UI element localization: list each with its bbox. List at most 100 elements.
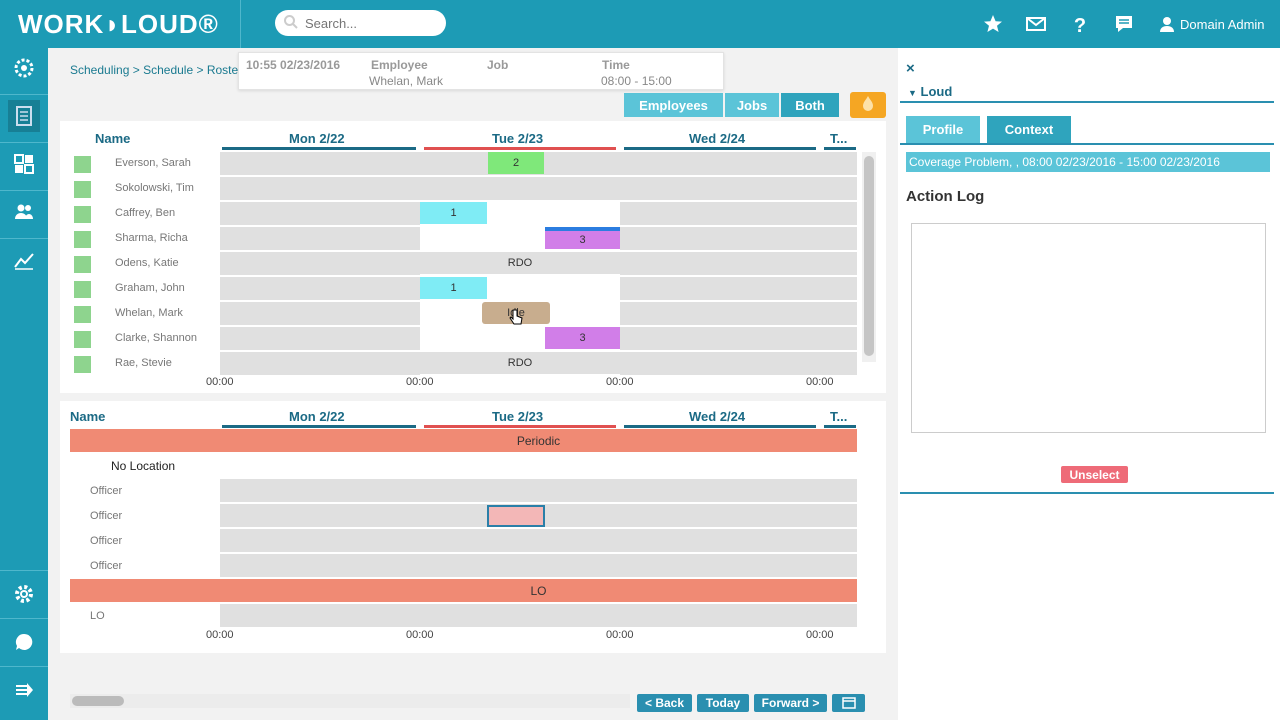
role-row[interactable]: Officer: [70, 504, 857, 527]
back-button[interactable]: < Back: [637, 694, 692, 712]
role-row[interactable]: Officer: [70, 554, 857, 577]
app-logo[interactable]: WORK◗LOUD®: [18, 9, 219, 40]
breadcrumb-roster[interactable]: Roste: [207, 63, 238, 77]
tooltip-time: 08:00 - 15:00: [601, 74, 672, 88]
selected-job-cell[interactable]: [487, 505, 545, 527]
jobs-day-header[interactable]: T...: [830, 409, 847, 424]
jobs-day-header[interactable]: Mon 2/22: [289, 409, 345, 424]
panel-title-text: Loud: [920, 84, 953, 99]
shift-block[interactable]: 1: [420, 277, 487, 299]
role-row[interactable]: Officer: [70, 529, 857, 552]
day-underline: [824, 147, 856, 150]
day-underline: [824, 425, 856, 428]
scrollbar-thumb[interactable]: [72, 696, 124, 706]
nav-logout[interactable]: [8, 674, 40, 706]
shift-block[interactable]: 1: [420, 202, 487, 224]
toggle-jobs[interactable]: Jobs: [725, 93, 779, 117]
status-square: [74, 156, 91, 173]
unselect-button[interactable]: Unselect: [1061, 466, 1128, 483]
close-icon[interactable]: ×: [906, 60, 915, 77]
toggle-employees[interactable]: Employees: [624, 93, 723, 117]
time-label: 00:00: [406, 629, 434, 641]
grid-vertical-scrollbar[interactable]: [862, 152, 876, 362]
group-band[interactable]: Periodic: [70, 429, 857, 452]
today-button[interactable]: Today: [697, 694, 749, 712]
shift-block[interactable]: 2: [488, 152, 544, 174]
day-underline: [624, 147, 816, 150]
nav-divider: [0, 238, 48, 239]
grid-day-header[interactable]: Tue 2/23: [492, 131, 543, 146]
employee-name: Everson, Sarah: [115, 157, 191, 169]
jobs-day-header[interactable]: Wed 2/24: [689, 409, 745, 424]
employee-row[interactable]: Everson, Sarah: [70, 152, 857, 175]
nav-chat[interactable]: [8, 626, 40, 658]
employee-row[interactable]: Clarke, Shannon: [70, 327, 857, 350]
panel-title[interactable]: ▼ Loud: [908, 84, 952, 99]
jobs-name-header: Name: [70, 409, 106, 424]
nav-people[interactable]: [8, 196, 40, 228]
chat-icon[interactable]: [1112, 12, 1136, 36]
day-underline: [624, 425, 816, 428]
role-label: Officer: [90, 485, 123, 497]
employee-name: Sharma, Richa: [115, 232, 188, 244]
employee-row[interactable]: Whelan, Mark: [70, 302, 857, 325]
employee-name: Whelan, Mark: [115, 307, 183, 319]
shift-block[interactable]: 3: [545, 227, 620, 249]
nav-divider: [0, 666, 48, 667]
employee-row[interactable]: Sharma, Richa: [70, 227, 857, 250]
tab-profile[interactable]: Profile: [906, 116, 980, 143]
search-box[interactable]: [275, 10, 446, 36]
toggle-both[interactable]: Both: [781, 93, 839, 117]
nav-dashboard[interactable]: [8, 52, 40, 84]
group-band-label: LO: [530, 584, 547, 598]
role-row[interactable]: LO: [70, 604, 857, 627]
today-underline: [424, 425, 616, 428]
employee-row[interactable]: Sokolowski, Tim: [70, 177, 857, 200]
nav-divider: [0, 570, 48, 571]
calendar-button[interactable]: [832, 694, 865, 712]
user-menu[interactable]: Domain Admin: [1158, 14, 1265, 34]
tab-divider: [900, 143, 1274, 145]
status-square: [74, 181, 91, 198]
time-label: 00:00: [406, 376, 434, 388]
forward-button[interactable]: Forward >: [754, 694, 827, 712]
help-icon[interactable]: ?: [1068, 12, 1092, 36]
group-band[interactable]: LO: [70, 579, 857, 602]
role-row[interactable]: Officer: [70, 479, 857, 502]
filter-button[interactable]: [850, 92, 886, 118]
grid-day-header[interactable]: T...: [830, 131, 847, 146]
tooltip-datetime: 10:55 02/23/2016: [246, 58, 341, 72]
status-square: [74, 206, 91, 223]
role-label: Officer: [90, 560, 123, 572]
rdo-block[interactable]: RDO: [420, 252, 620, 274]
nav-layout[interactable]: [8, 148, 40, 180]
nav-schedule[interactable]: [8, 100, 40, 132]
tab-context[interactable]: Context: [987, 116, 1071, 143]
nav-settings[interactable]: [8, 578, 40, 610]
status-square: [74, 306, 91, 323]
nav-divider: [0, 618, 48, 619]
breadcrumb-scheduling[interactable]: Scheduling: [70, 63, 129, 77]
search-input[interactable]: [305, 14, 435, 32]
tooltip-job-header: Job: [487, 58, 509, 72]
location-row[interactable]: No Location: [70, 454, 857, 477]
employee-name: Graham, John: [115, 282, 185, 294]
action-log-box[interactable]: [911, 223, 1266, 433]
breadcrumb-schedule[interactable]: Schedule: [143, 63, 193, 77]
nav-reports[interactable]: [8, 244, 40, 276]
time-label: 00:00: [206, 629, 234, 641]
star-icon[interactable]: [981, 12, 1005, 36]
coverage-problem-item[interactable]: Coverage Problem, , 08:00 02/23/2016 - 1…: [906, 152, 1270, 172]
nav-divider: [0, 142, 48, 143]
grid-day-header[interactable]: Mon 2/22: [289, 131, 345, 146]
mail-icon[interactable]: [1024, 12, 1048, 36]
panel-divider: [900, 101, 1274, 103]
scrollbar-thumb[interactable]: [864, 156, 874, 356]
flame-icon: [863, 96, 873, 111]
horizontal-scrollbar[interactable]: [70, 694, 630, 708]
rdo-block[interactable]: RDO: [420, 352, 620, 374]
grid-day-header[interactable]: Wed 2/24: [689, 131, 745, 146]
shift-block[interactable]: 3: [545, 327, 620, 349]
day-underline: [222, 147, 416, 150]
jobs-day-header[interactable]: Tue 2/23: [492, 409, 543, 424]
